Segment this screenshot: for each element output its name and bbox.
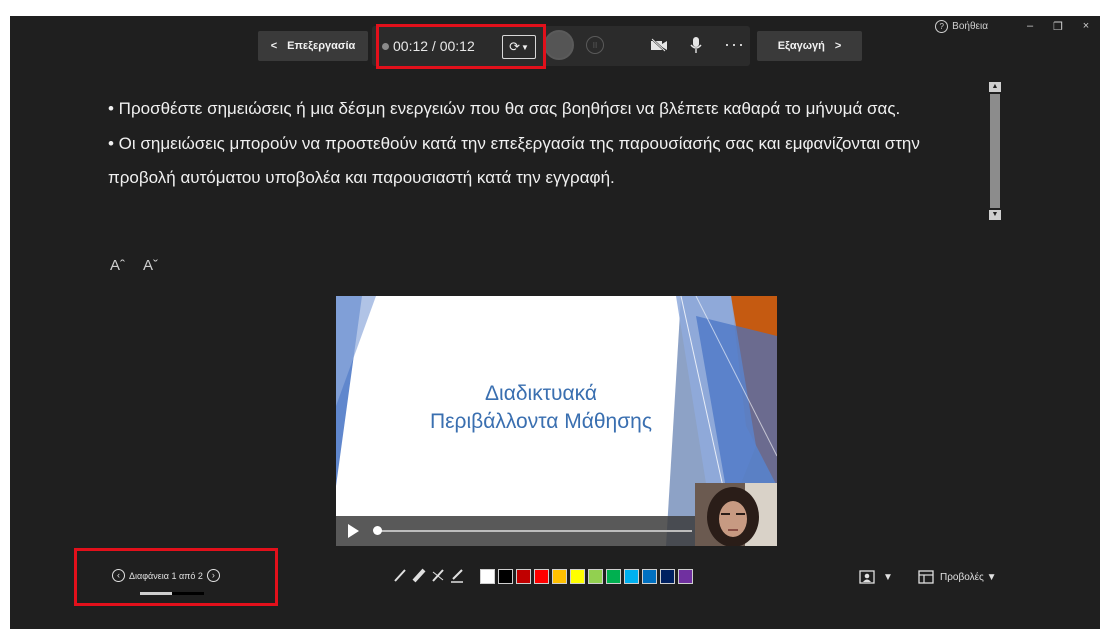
scroll-thumb[interactable] bbox=[990, 94, 1000, 208]
views-menu-button[interactable]: Προβολές ▼ bbox=[918, 570, 997, 584]
recording-window: ? Βοήθεια – ❐ × < Επεξεργασία 00:12 / 00… bbox=[10, 16, 1100, 629]
highlight-box-timer bbox=[376, 24, 546, 69]
window-controls: ? Βοήθεια – ❐ × bbox=[935, 16, 1100, 36]
ink-color-swatch[interactable] bbox=[642, 569, 657, 584]
marker-icon[interactable] bbox=[450, 568, 464, 583]
ink-color-swatch[interactable] bbox=[570, 569, 585, 584]
export-button[interactable]: Εξαγωγή > bbox=[757, 31, 862, 61]
ink-color-swatch[interactable] bbox=[588, 569, 603, 584]
more-options-button[interactable]: ··· bbox=[724, 34, 745, 55]
pause-button[interactable]: II bbox=[586, 36, 604, 54]
decrease-font-button[interactable]: Aˇ bbox=[143, 257, 158, 274]
highlighter-icon[interactable] bbox=[412, 568, 426, 583]
slide-title-line-1: Διαδικτυακά bbox=[485, 382, 597, 405]
record-button[interactable] bbox=[544, 30, 574, 60]
camera-off-icon[interactable] bbox=[650, 38, 668, 52]
edit-back-label: Επεξεργασία bbox=[287, 40, 356, 52]
chevron-left-icon: < bbox=[270, 40, 278, 52]
play-icon[interactable] bbox=[348, 524, 359, 538]
playback-knob[interactable] bbox=[373, 526, 382, 535]
export-label: Εξαγωγή bbox=[777, 40, 825, 52]
views-label: Προβολές ▼ bbox=[940, 571, 997, 583]
camera-mode-selector[interactable]: ▼ bbox=[859, 570, 893, 584]
webcam-thumbnail bbox=[695, 483, 777, 546]
chevron-right-icon: > bbox=[834, 40, 842, 52]
ink-color-swatch[interactable] bbox=[498, 569, 513, 584]
help-button[interactable]: ? Βοήθεια bbox=[935, 19, 988, 33]
help-label: Βοήθεια bbox=[952, 20, 988, 32]
highlight-box-slide-nav bbox=[74, 548, 278, 606]
scroll-down-icon[interactable]: ▼ bbox=[989, 210, 1001, 220]
notes-scrollbar[interactable]: ▲ ▼ bbox=[988, 82, 1002, 238]
ink-tools bbox=[393, 568, 464, 583]
ink-color-palette bbox=[480, 569, 693, 584]
ink-color-swatch[interactable] bbox=[516, 569, 531, 584]
ink-color-swatch[interactable] bbox=[606, 569, 621, 584]
pause-icon: II bbox=[592, 40, 598, 50]
edit-back-button[interactable]: < Επεξεργασία bbox=[258, 31, 368, 61]
increase-font-button[interactable]: Aˆ bbox=[110, 257, 125, 274]
scroll-up-icon[interactable]: ▲ bbox=[989, 82, 1001, 92]
help-icon: ? bbox=[935, 19, 949, 33]
camera-mode-dropdown: ▼ bbox=[883, 571, 893, 583]
camera-layout-icon bbox=[859, 570, 875, 584]
slide-title-line-2: Περιβάλλοντα Μάθησης bbox=[430, 410, 652, 433]
ink-color-swatch[interactable] bbox=[660, 569, 675, 584]
speaker-notes: • Προσθέστε σημειώσεις ή μια δέσμη ενεργ… bbox=[108, 92, 958, 196]
playback-track[interactable] bbox=[374, 530, 692, 532]
close-button[interactable]: × bbox=[1072, 20, 1100, 32]
slide-title: Διαδικτυακά Περιβάλλοντα Μάθησης bbox=[396, 380, 686, 436]
playback-bar[interactable] bbox=[336, 516, 695, 546]
ink-color-swatch[interactable] bbox=[534, 569, 549, 584]
eraser-icon[interactable] bbox=[431, 568, 445, 583]
note-line-2: • Οι σημειώσεις μπορούν να προστεθούν κα… bbox=[108, 133, 920, 188]
pen-icon[interactable] bbox=[393, 568, 407, 583]
ink-color-swatch[interactable] bbox=[552, 569, 567, 584]
ink-color-swatch[interactable] bbox=[678, 569, 693, 584]
minimize-button[interactable]: – bbox=[1016, 20, 1044, 32]
views-layout-icon bbox=[918, 570, 934, 584]
note-line-1: • Προσθέστε σημειώσεις ή μια δέσμη ενεργ… bbox=[108, 99, 901, 118]
ink-color-swatch[interactable] bbox=[624, 569, 639, 584]
font-size-controls: Aˆ Aˇ bbox=[110, 257, 158, 274]
microphone-icon[interactable] bbox=[690, 36, 702, 54]
slide-preview[interactable]: Διαδικτυακά Περιβάλλοντα Μάθησης bbox=[336, 296, 777, 546]
restore-button[interactable]: ❐ bbox=[1044, 20, 1072, 33]
webcam-person-image bbox=[695, 483, 777, 546]
ink-color-swatch[interactable] bbox=[480, 569, 495, 584]
